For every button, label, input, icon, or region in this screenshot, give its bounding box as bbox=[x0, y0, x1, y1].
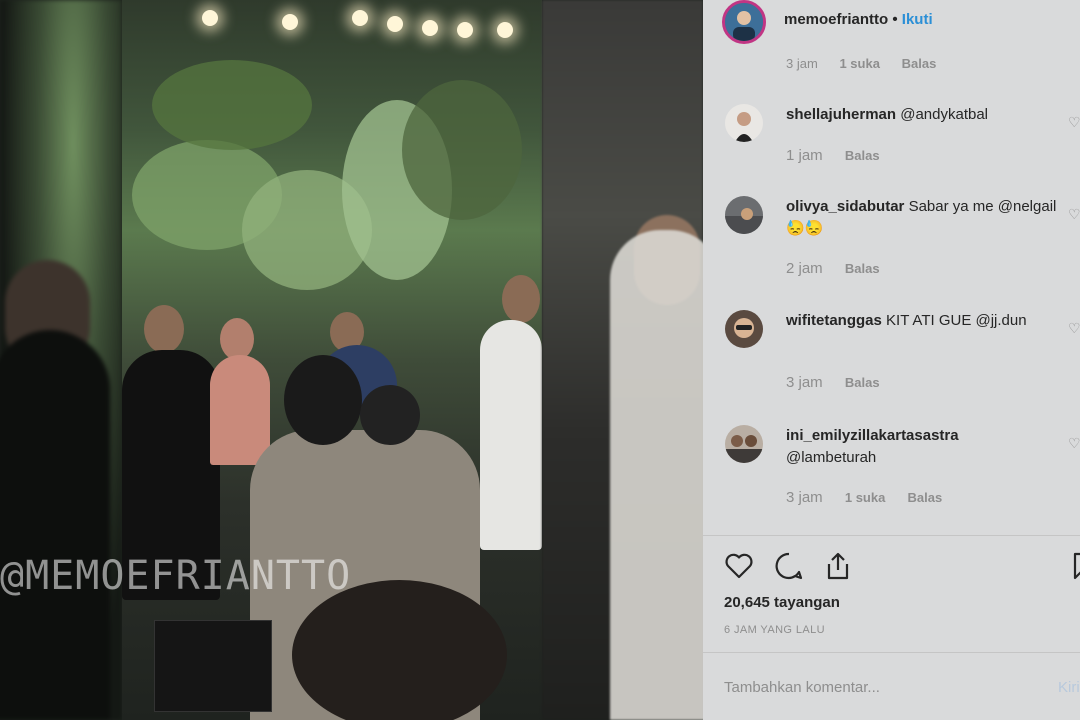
comment-meta: 3 jam 1 suka Balas bbox=[786, 489, 960, 506]
reply-link[interactable]: Balas bbox=[902, 56, 937, 71]
commenter-avatar[interactable] bbox=[725, 310, 763, 348]
save-bookmark-icon[interactable] bbox=[1071, 550, 1080, 582]
commenter-username[interactable]: shellajuherman bbox=[786, 106, 896, 123]
comment-text: @andykatbal bbox=[900, 106, 988, 123]
post-video[interactable]: @MEMOEFRIANTTO bbox=[0, 0, 703, 720]
comment-meta: 2 jam Balas bbox=[786, 260, 898, 277]
comment-time: 3 jam bbox=[786, 374, 823, 391]
comment-like-heart-icon[interactable]: ♡ bbox=[1068, 206, 1080, 222]
comment-text: KIT ATI GUE @jj.dun bbox=[886, 312, 1027, 329]
comment-likes[interactable]: 1 suka bbox=[839, 56, 879, 71]
divider bbox=[703, 652, 1080, 653]
share-icon[interactable] bbox=[822, 550, 854, 582]
comment-time: 2 jam bbox=[786, 260, 823, 277]
post-header: memoefriantto • Ikuti bbox=[703, 0, 1080, 48]
comment-time: 3 jam bbox=[786, 56, 818, 71]
reply-link[interactable]: Balas bbox=[845, 148, 880, 163]
comment-like-heart-icon[interactable]: ♡ bbox=[1068, 114, 1080, 130]
comment-time: 1 jam bbox=[786, 147, 823, 164]
post-actions: 20,645 tayangan 6 JAM YANG LALU bbox=[703, 535, 1080, 655]
commenter-username[interactable]: olivya_sidabutar bbox=[786, 198, 904, 215]
reply-link[interactable]: Balas bbox=[845, 375, 880, 390]
author-avatar[interactable] bbox=[722, 0, 766, 44]
comment-like-heart-icon[interactable]: ♡ bbox=[1068, 435, 1080, 451]
commenter-username[interactable]: ini_emilyzillakartasastra bbox=[786, 427, 959, 444]
add-comment-input[interactable]: Tambahkan komentar... bbox=[724, 679, 880, 696]
reply-link[interactable]: Balas bbox=[908, 490, 943, 505]
comment-time: 3 jam bbox=[786, 489, 823, 506]
comment-like-heart-icon[interactable]: ♡ bbox=[1068, 320, 1080, 336]
commenter-avatar[interactable] bbox=[725, 425, 763, 463]
post-comment-button[interactable]: Kirim bbox=[1058, 679, 1080, 696]
commenter-avatar[interactable] bbox=[725, 104, 763, 142]
post-sidebar: memoefriantto • Ikuti 3 jam 1 suka Balas… bbox=[703, 0, 1080, 720]
commenter-username[interactable]: wifitetanggas bbox=[786, 312, 882, 329]
comment-likes[interactable]: 1 suka bbox=[845, 490, 885, 505]
header-separator: • bbox=[892, 11, 898, 28]
view-count[interactable]: 20,645 tayangan bbox=[724, 594, 840, 611]
author-username[interactable]: memoefriantto bbox=[784, 11, 888, 28]
post-timestamp: 6 JAM YANG LALU bbox=[724, 624, 825, 636]
like-heart-icon[interactable] bbox=[723, 550, 755, 582]
blurred-right-frame bbox=[542, 0, 703, 720]
video-scene bbox=[122, 0, 542, 720]
comment-meta: 1 jam Balas bbox=[786, 147, 898, 164]
video-watermark: @MEMOEFRIANTTO bbox=[0, 553, 352, 599]
comment-meta-cutoff: 3 jam 1 suka Balas bbox=[786, 56, 936, 71]
comment-meta: 3 jam Balas bbox=[786, 374, 898, 391]
comment-bubble-icon[interactable] bbox=[773, 550, 805, 582]
commenter-avatar[interactable] bbox=[725, 196, 763, 234]
follow-button[interactable]: Ikuti bbox=[902, 11, 933, 28]
reply-link[interactable]: Balas bbox=[845, 261, 880, 276]
blurred-left-frame bbox=[0, 0, 122, 720]
comment-text: @lambeturah bbox=[786, 449, 877, 466]
